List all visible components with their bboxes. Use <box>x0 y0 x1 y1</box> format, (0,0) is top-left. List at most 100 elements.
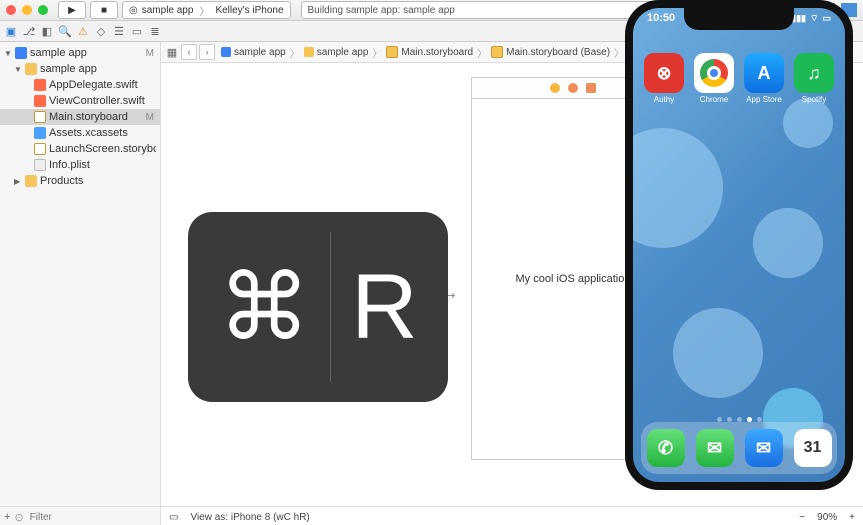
chrome-icon <box>694 53 734 93</box>
tree-file[interactable]: AppDelegate.swift <box>0 77 160 93</box>
folder-icon <box>25 175 37 187</box>
app-appstore[interactable]: A App Store <box>742 53 786 104</box>
source-control-badge: M <box>146 48 154 59</box>
disclosure-triangle-icon[interactable]: ▼ <box>14 65 22 74</box>
breakpoint-navigator-tab[interactable]: ▭ <box>130 24 144 38</box>
file-tree: ▼ sample app M ▼ sample app AppDelegate.… <box>0 42 160 189</box>
device-notch <box>684 8 794 30</box>
calendar-day: 31 <box>804 440 822 456</box>
source-control-navigator-tab[interactable]: ⎇ <box>22 24 36 38</box>
stop-button[interactable]: ■ <box>90 1 118 19</box>
dock: ✆ ✉ ✉︎ 31 <box>641 422 837 474</box>
source-control-badge: M <box>146 112 154 123</box>
swift-file-icon <box>34 79 46 91</box>
scheme-destination-label: Kelley's iPhone <box>215 5 283 16</box>
app-label: Authy <box>654 95 674 104</box>
tree-file[interactable]: LaunchScreen.storyboard <box>0 141 160 157</box>
tree-label: Main.storyboard <box>49 111 143 123</box>
related-items-button[interactable]: ▦ <box>165 45 179 59</box>
find-navigator-tab[interactable]: 🔍 <box>58 24 72 38</box>
filter-input[interactable] <box>28 511 164 524</box>
tree-label: sample app <box>30 47 143 59</box>
navigator-footer: + ⊙ ◧ ◨ <box>0 506 160 525</box>
dock-app-calendar[interactable]: 31 <box>794 429 832 467</box>
test-navigator-tab[interactable]: ◇ <box>94 24 108 38</box>
tree-label: LaunchScreen.storyboard <box>49 143 156 155</box>
breadcrumb-item[interactable]: sample app <box>304 47 369 58</box>
tree-file-selected[interactable]: Main.storyboard M <box>0 109 160 125</box>
tree-group[interactable]: ▶ Products <box>0 173 160 189</box>
battery-icon: ▭ <box>822 13 831 24</box>
dock-app-messages[interactable]: ✉ <box>696 429 734 467</box>
storyboard-file-icon <box>386 46 398 58</box>
device-config-button[interactable]: ▭ <box>169 512 178 523</box>
app-chrome[interactable]: Chrome <box>692 53 736 104</box>
command-key-icon: ⌘ <box>218 254 310 361</box>
view-controller-icon[interactable] <box>550 83 560 93</box>
zoom-level-label: 90% <box>817 512 837 523</box>
project-navigator: ▼ sample app M ▼ sample app AppDelegate.… <box>0 42 161 525</box>
tree-group[interactable]: ▼ sample app <box>0 61 160 77</box>
plist-file-icon <box>34 159 46 171</box>
tree-label: Assets.xcassets <box>49 127 156 139</box>
authy-icon: ⊗ <box>644 53 684 93</box>
stop-icon: ■ <box>101 5 107 16</box>
r-key-label: R <box>351 255 417 360</box>
breadcrumb-item[interactable]: sample app <box>221 47 286 58</box>
scheme-project-label: sample app <box>142 5 194 16</box>
traffic-lights <box>6 5 48 15</box>
tree-root[interactable]: ▼ sample app M <box>0 45 160 61</box>
folder-icon <box>25 63 37 75</box>
storyboard-file-icon <box>491 46 503 58</box>
keyboard-shortcut-overlay: ⌘ R <box>188 212 448 402</box>
issue-navigator-tab[interactable]: ⚠ <box>76 24 90 38</box>
forward-button[interactable]: › <box>199 44 215 60</box>
scheme-selector[interactable]: ◎ sample app 〉 Kelley's iPhone <box>122 1 291 19</box>
home-screen-apps: ⊗ Authy Chrome A App Store ♫ Spotify <box>633 53 845 104</box>
app-label: Spotify <box>802 95 826 104</box>
tree-label: sample app <box>40 63 156 75</box>
minimize-window-button[interactable] <box>22 5 32 15</box>
chevron-right-icon: 〉 <box>199 3 209 18</box>
report-navigator-tab[interactable]: ≣ <box>148 24 162 38</box>
view-as-label[interactable]: View as: iPhone 8 (wC hR) <box>190 512 309 523</box>
dock-app-mail[interactable]: ✉︎ <box>745 429 783 467</box>
run-button[interactable]: ▶ <box>58 1 86 19</box>
back-button[interactable]: ‹ <box>181 44 197 60</box>
zoom-window-button[interactable] <box>38 5 48 15</box>
close-window-button[interactable] <box>6 5 16 15</box>
device-screen[interactable]: 10:50 ▮▮▮▮ ⌔ ▭ ⊗ Authy Chrome A App Stor… <box>633 8 845 482</box>
project-navigator-tab[interactable]: ▣ <box>4 24 18 38</box>
add-button[interactable]: + <box>4 511 10 523</box>
chevron-right-icon: 〉 <box>290 45 300 60</box>
device-frame: 10:50 ▮▮▮▮ ⌔ ▭ ⊗ Authy Chrome A App Stor… <box>625 0 853 490</box>
tree-label: Products <box>40 175 156 187</box>
disclosure-triangle-icon[interactable]: ▶ <box>14 177 22 186</box>
app-spotify[interactable]: ♫ Spotify <box>792 53 836 104</box>
tree-file[interactable]: ViewController.swift <box>0 93 160 109</box>
dock-app-phone[interactable]: ✆ <box>647 429 685 467</box>
debug-navigator-tab[interactable]: ☰ <box>112 24 126 38</box>
divider <box>330 232 331 382</box>
symbol-navigator-tab[interactable]: ◧ <box>40 24 54 38</box>
app-authy[interactable]: ⊗ Authy <box>642 53 686 104</box>
disclosure-triangle-icon[interactable]: ▼ <box>4 49 12 58</box>
storyboard-file-icon <box>34 143 46 155</box>
app-label: App Store <box>746 95 782 104</box>
tree-file[interactable]: Info.plist <box>0 157 160 173</box>
play-icon: ▶ <box>68 5 76 16</box>
first-responder-icon[interactable] <box>568 83 578 93</box>
status-time: 10:50 <box>647 12 675 24</box>
breadcrumb-item[interactable]: Main.storyboard <box>386 46 473 58</box>
project-icon <box>221 47 231 57</box>
zoom-in-button[interactable]: + <box>849 512 855 523</box>
target-icon: ◎ <box>129 5 138 16</box>
tree-file[interactable]: Assets.xcassets <box>0 125 160 141</box>
exit-icon[interactable] <box>586 83 596 93</box>
wifi-icon: ⌔ <box>810 13 818 24</box>
chevron-right-icon: 〉 <box>477 45 487 60</box>
tree-label: ViewController.swift <box>49 95 156 107</box>
breadcrumb-item[interactable]: Main.storyboard (Base) <box>491 46 610 58</box>
zoom-out-button[interactable]: − <box>799 512 805 523</box>
chevron-right-icon: 〉 <box>372 45 382 60</box>
